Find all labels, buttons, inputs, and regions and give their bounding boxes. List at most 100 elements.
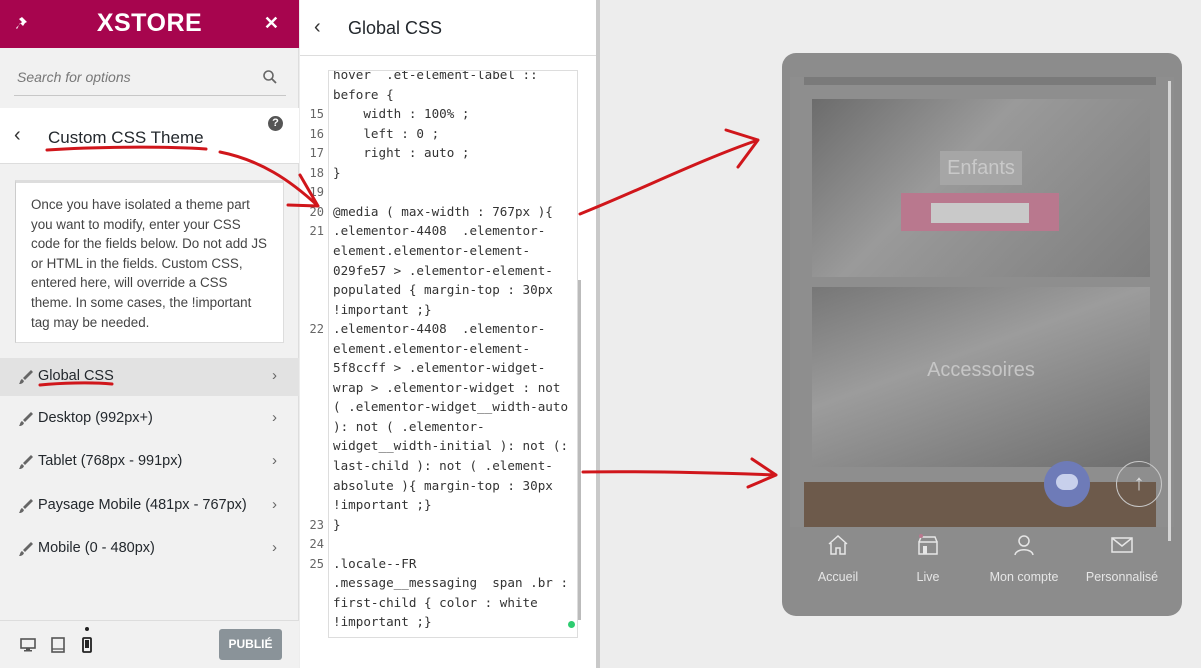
- line-number: 17: [309, 146, 324, 161]
- section-title: Custom CSS Theme: [48, 128, 204, 147]
- code-line: !important ;}: [333, 301, 432, 317]
- option-label: Desktop (992px+): [38, 410, 153, 426]
- option-mobile[interactable]: Mobile (0 - 480px) ›: [0, 530, 299, 568]
- editor-title: Global CSS: [348, 18, 443, 38]
- code-line: before {: [333, 86, 394, 102]
- chevron-right-icon: ›: [272, 452, 277, 469]
- option-global-css[interactable]: Global CSS ›: [0, 358, 299, 396]
- code-line: }: [333, 164, 341, 180]
- tab-mon-compte[interactable]: Mon compte: [976, 527, 1072, 597]
- mail-icon: [1111, 537, 1133, 553]
- line-number: 16: [309, 126, 324, 141]
- back-arrow-icon[interactable]: ‹: [14, 124, 21, 147]
- category-card-enfants[interactable]: Enfants: [812, 99, 1150, 277]
- category-card-partial[interactable]: [804, 482, 1156, 527]
- line-number: 18: [309, 165, 324, 180]
- scroll-to-top-button[interactable]: ↑: [1116, 461, 1162, 507]
- image-strip: [804, 77, 1156, 85]
- line-number: 22: [309, 322, 324, 337]
- option-desktop[interactable]: Desktop (992px+) ›: [0, 400, 299, 438]
- line-number: 25: [309, 556, 324, 571]
- active-device-indicator: [85, 627, 89, 631]
- search-placeholder: Search for options: [17, 69, 131, 85]
- chat-bubble-icon[interactable]: [1044, 461, 1090, 507]
- help-icon[interactable]: ?: [268, 116, 283, 131]
- line-number-gutter: 15 16 17 18 19 20 21 22 23 24 25: [300, 70, 328, 638]
- category-card-accessoires[interactable]: Accessoires: [812, 287, 1150, 467]
- code-line: first-child { color : white: [333, 594, 538, 610]
- option-landscape-mobile[interactable]: Paysage Mobile (481px - 767px) ›: [0, 487, 299, 525]
- option-label: Tablet (768px - 991px): [38, 453, 183, 469]
- preview-scrollbar[interactable]: [1168, 81, 1171, 541]
- search-input[interactable]: Search for options: [14, 62, 286, 96]
- mobile-preview-frame: Enfants Accessoires ↑ Accueil Live Mon c…: [782, 53, 1182, 616]
- store-icon: [918, 534, 938, 555]
- line-number: 23: [309, 517, 324, 532]
- mobile-tab-bar: Accueil Live Mon compte Personnalisé: [790, 527, 1174, 597]
- site-preview: Enfants Accessoires ↑ Accueil Live Mon c…: [604, 0, 1201, 668]
- code-line: @media ( max-width : 767px ){: [333, 203, 553, 219]
- code-line: absolute ){ margin-top : 30px: [333, 477, 553, 493]
- category-label: Accessoires: [927, 359, 1035, 381]
- brush-icon: [19, 455, 33, 469]
- line-number: 24: [309, 537, 324, 552]
- code-line: last-child ): not ( .element-: [333, 458, 553, 473]
- home-icon: [828, 534, 848, 555]
- code-editor[interactable]: hover .et-element-label :: before { width…: [328, 70, 578, 638]
- brand-logo: XSTORE: [96, 9, 203, 37]
- code-line: populated { margin-top : 30px: [333, 282, 553, 298]
- code-line: }: [333, 516, 341, 532]
- code-line: ): not ( .elementor-: [333, 418, 485, 434]
- section-description: Once you have isolated a theme part you …: [15, 180, 284, 343]
- line-number: 20: [309, 204, 324, 219]
- search-icon: [263, 70, 277, 84]
- code-line: right : auto ;: [333, 145, 470, 161]
- code-line: .elementor-4408 .elementor-: [333, 223, 546, 239]
- mobile-preview-icon[interactable]: [79, 637, 95, 653]
- brush-icon: [19, 542, 33, 556]
- tab-live[interactable]: Live: [880, 527, 976, 597]
- preview-screen: Enfants Accessoires ↑: [790, 77, 1174, 527]
- code-line: wrap > .elementor-widget : not: [333, 379, 561, 395]
- customizer-sidebar: XSTORE ✕ Search for options ‹ Custom CSS…: [0, 0, 299, 668]
- category-button[interactable]: [901, 193, 1059, 231]
- code-line: element.elementor-element-: [333, 340, 531, 356]
- section-header: ‹ Custom CSS Theme ?: [0, 108, 299, 164]
- back-arrow-icon[interactable]: ‹: [314, 16, 321, 39]
- desktop-preview-icon[interactable]: [20, 637, 36, 653]
- tab-accueil[interactable]: Accueil: [790, 527, 886, 597]
- css-editor-panel: ‹ Global CSS 15 16 17 18 19 20 21 22 23 24 25 hove…: [300, 0, 600, 668]
- code-line: widget__width-initial ): not (:: [333, 438, 569, 454]
- option-tablet[interactable]: Tablet (768px - 991px) ›: [0, 443, 299, 481]
- lint-status-icon: [568, 621, 575, 628]
- code-line: 029fe57 > .elementor-element-: [333, 262, 553, 278]
- close-icon[interactable]: ✕: [264, 13, 279, 34]
- chevron-right-icon: ›: [272, 496, 277, 513]
- brand-header: XSTORE ✕: [0, 0, 299, 48]
- brush-icon: [19, 412, 33, 426]
- tablet-preview-icon[interactable]: [50, 637, 66, 653]
- chevron-right-icon: ›: [272, 367, 277, 384]
- line-number: 19: [309, 185, 324, 200]
- user-icon: [1014, 535, 1034, 556]
- tab-personnalise[interactable]: Personnalisé: [1074, 527, 1170, 597]
- code-line: !important ;}: [333, 497, 432, 513]
- tab-label: Live: [916, 570, 940, 584]
- code-line: !important ;}: [333, 614, 432, 630]
- publish-button[interactable]: PUBLIÉ: [219, 629, 282, 660]
- code-line: ( .elementor-widget__width-auto: [333, 399, 569, 415]
- code-line: .locale--FR: [333, 555, 417, 571]
- tab-label: Personnalisé: [1085, 570, 1159, 584]
- option-label: Global CSS: [38, 368, 114, 384]
- tab-label: Accueil: [817, 570, 859, 584]
- editor-header: ‹ Global CSS: [300, 0, 596, 56]
- code-line: .elementor-4408 .elementor-: [333, 321, 546, 337]
- tab-label: Mon compte: [989, 570, 1059, 584]
- editor-scrollbar[interactable]: [578, 280, 581, 620]
- chevron-right-icon: ›: [272, 539, 277, 556]
- code-line: width : 100% ;: [333, 106, 470, 122]
- brush-icon: [19, 370, 33, 384]
- code-line: hover .et-element-label ::: [333, 70, 538, 82]
- customizer-footer: PUBLIÉ: [0, 620, 299, 668]
- option-label: Mobile (0 - 480px): [38, 540, 155, 556]
